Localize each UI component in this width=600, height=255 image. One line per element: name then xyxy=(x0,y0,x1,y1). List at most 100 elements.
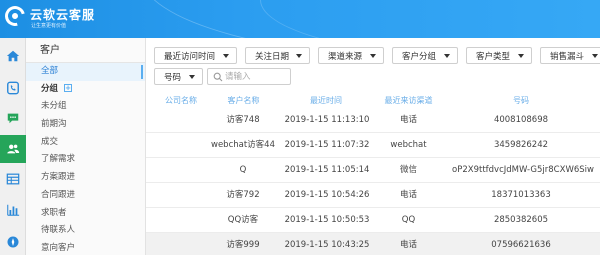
cell-company xyxy=(156,233,206,255)
customer-sidebar: 客户 全部 分组 + 未分组 前期沟 成交 了解需求 方案跟进 合同跟进 求职者 … xyxy=(26,38,146,255)
column-header-number[interactable]: 号码 xyxy=(446,94,596,108)
filter-label: 客户类型 xyxy=(476,51,511,62)
table-row[interactable]: webchat访客44 2019-1-15 11:07:32 webchat 3… xyxy=(146,133,600,158)
sidebar-item-to-contact[interactable]: 待联系人 xyxy=(26,222,145,240)
nav-customers[interactable] xyxy=(0,135,26,163)
column-header-company[interactable]: 公司名称 xyxy=(156,94,206,108)
sidebar-item-needs[interactable]: 了解需求 xyxy=(26,151,145,169)
cell-time: 2019-1-15 11:07:32 xyxy=(284,140,370,150)
filter-sales-funnel[interactable]: 销售漏斗 xyxy=(540,47,600,64)
sidebar-item-label: 意向客户 xyxy=(41,242,76,253)
nav-chart[interactable] xyxy=(0,196,26,224)
cell-channel: 电话 xyxy=(399,115,417,125)
chevron-down-icon xyxy=(592,54,598,58)
cell-name: webchat访客44 xyxy=(211,140,275,150)
sidebar-item-label: 分组 xyxy=(41,83,59,94)
table-row[interactable]: 访客999 2019-1-15 10:43:25 电话 07596621636 xyxy=(146,233,600,255)
sidebar-item-job-seekers[interactable]: 求职者 xyxy=(26,205,145,223)
table-icon xyxy=(6,173,20,185)
sidebar-item-label: 前期沟 xyxy=(41,119,67,130)
sidebar-item-label: 了解需求 xyxy=(41,154,76,165)
sidebar-item-label: 方案跟进 xyxy=(41,172,76,183)
search-input[interactable] xyxy=(225,70,287,83)
column-header-name[interactable]: 客户名称 xyxy=(216,94,271,108)
chevron-down-icon xyxy=(223,54,229,58)
sidebar-title: 客户 xyxy=(26,38,145,63)
table-header: 公司名称 客户名称 最近时间 最近来访渠道 号码 xyxy=(146,94,600,108)
table-row[interactable]: 访客748 2019-1-15 11:13:10 电话 4008108698 xyxy=(146,108,600,133)
cell-time: 2019-1-15 10:54:26 xyxy=(284,190,370,200)
sidebar-item-prospects[interactable]: 意向客户 xyxy=(26,240,145,255)
cell-number: 4008108698 xyxy=(493,115,549,125)
cell-time: 2019-1-15 11:13:10 xyxy=(284,115,370,125)
logo-icon xyxy=(1,2,29,30)
sidebar-item-label: 求职者 xyxy=(41,207,67,218)
cell-name: Q xyxy=(239,165,247,175)
logo-subtitle: 让生意更有价值 xyxy=(31,23,67,29)
nav-compass[interactable] xyxy=(0,228,26,255)
sidebar-item-label: 未分组 xyxy=(41,101,67,112)
compass-icon xyxy=(7,236,19,248)
add-group-icon[interactable]: + xyxy=(64,84,73,93)
sidebar-item-proposal[interactable]: 方案跟进 xyxy=(26,169,145,187)
filter-customer-group[interactable]: 客户分组 xyxy=(392,47,458,64)
column-header-time[interactable]: 最近时间 xyxy=(286,94,366,108)
home-icon xyxy=(6,50,20,62)
filter-label: 销售漏斗 xyxy=(550,51,585,62)
chevron-down-icon xyxy=(518,54,524,58)
icon-navigation xyxy=(0,38,26,255)
filter-label: 最近访问时间 xyxy=(164,51,216,62)
sidebar-item-deal[interactable]: 成交 xyxy=(26,134,145,152)
cell-channel: QQ xyxy=(401,215,416,225)
top-header-bar: 云软云客服 让生意更有价值 xyxy=(0,0,600,38)
search-field-label: 号码 xyxy=(164,72,182,83)
cell-number: 2850382605 xyxy=(493,215,549,225)
filter-last-visit-time[interactable]: 最近访问时间 xyxy=(154,47,237,64)
nav-table[interactable] xyxy=(0,165,26,193)
column-header-channel[interactable]: 最近来访渠道 xyxy=(376,94,441,108)
cell-company xyxy=(156,183,206,208)
nav-home[interactable] xyxy=(0,42,26,70)
cell-name: 访客792 xyxy=(226,190,260,200)
cell-number: 3459826242 xyxy=(493,140,549,150)
sidebar-item-label: 待联系人 xyxy=(41,225,76,236)
sidebar-item-all[interactable]: 全部 xyxy=(26,63,145,81)
chevron-down-icon xyxy=(444,54,450,58)
cell-channel: 微信 xyxy=(399,165,417,175)
filter-customer-type[interactable]: 客户类型 xyxy=(466,47,532,64)
search-icon xyxy=(213,72,223,82)
cell-company xyxy=(156,133,206,158)
search-field-select[interactable]: 号码 xyxy=(154,68,203,85)
filter-follow-date[interactable]: 关注日期 xyxy=(245,47,310,64)
cell-number: 07596621636 xyxy=(491,240,551,250)
cell-time: 2019-1-15 10:50:53 xyxy=(284,215,370,225)
sidebar-item-ungrouped[interactable]: 未分组 xyxy=(26,98,145,116)
cell-time: 2019-1-15 10:43:25 xyxy=(284,240,370,250)
cell-name: QQ访客 xyxy=(227,215,259,225)
cell-company xyxy=(156,108,206,133)
sidebar-item-early-contact[interactable]: 前期沟 xyxy=(26,116,145,134)
cell-name: 访客999 xyxy=(226,240,260,250)
customers-icon xyxy=(7,144,20,154)
table-row[interactable]: Q 2019-1-15 11:05:14 微信 oP2X9ttfdvcJdMW-… xyxy=(146,158,600,183)
table-row[interactable]: QQ访客 2019-1-15 10:50:53 QQ 2850382605 xyxy=(146,208,600,233)
table-row[interactable]: 访客792 2019-1-15 10:54:26 电话 18371013363 xyxy=(146,183,600,208)
nav-chat[interactable] xyxy=(0,104,26,132)
cell-number: 18371013363 xyxy=(491,190,551,200)
sidebar-item-label: 合同跟进 xyxy=(41,189,76,200)
chat-icon xyxy=(7,113,19,124)
cell-channel: webchat xyxy=(390,140,427,150)
sidebar-item-contract[interactable]: 合同跟进 xyxy=(26,187,145,205)
chart-icon xyxy=(7,204,20,216)
cell-time: 2019-1-15 11:05:14 xyxy=(284,165,370,175)
cell-company xyxy=(156,158,206,183)
cell-company xyxy=(156,208,206,233)
filter-label: 渠道来源 xyxy=(328,51,363,62)
cell-channel: 电话 xyxy=(399,240,417,250)
chevron-down-icon xyxy=(189,75,195,79)
nav-phone[interactable] xyxy=(0,74,26,102)
sidebar-item-groups[interactable]: 分组 + xyxy=(26,81,145,99)
search-box[interactable] xyxy=(207,68,291,85)
phone-icon xyxy=(7,81,19,95)
filter-channel-source[interactable]: 渠道来源 xyxy=(318,47,384,64)
